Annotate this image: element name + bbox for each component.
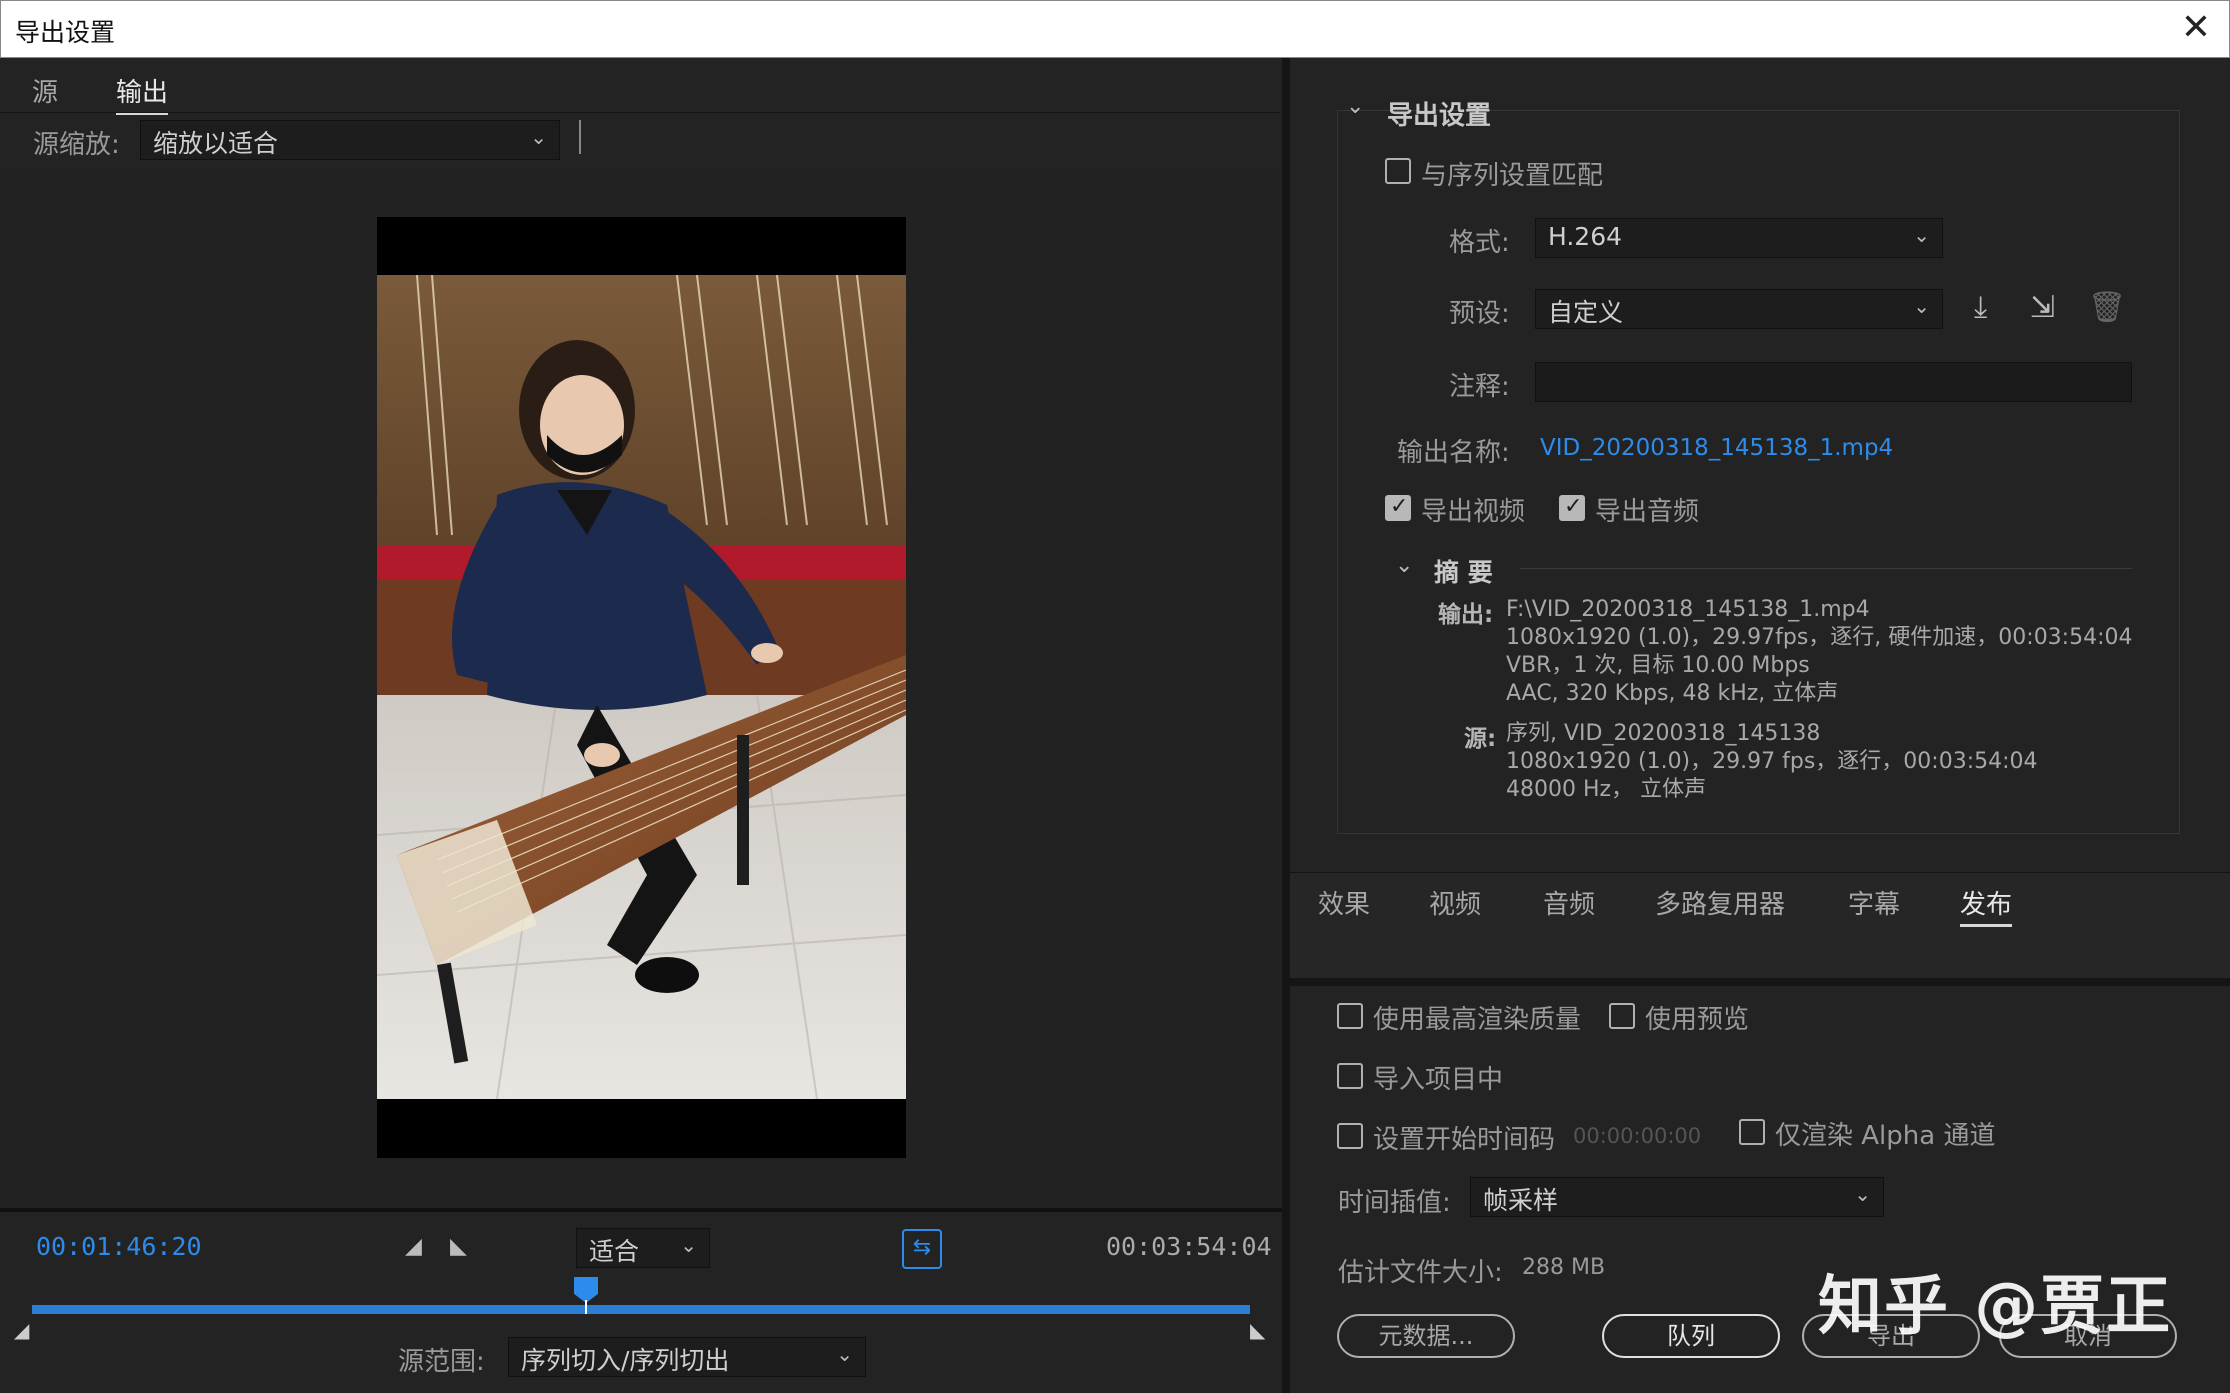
source-scale-value: 缩放以适合 (153, 129, 279, 158)
chevron-down-icon: ⌄ (1854, 1182, 1871, 1206)
chevron-down-icon[interactable]: ⌄ (1346, 94, 1364, 119)
file-size-label: 估计文件大小: (1338, 1258, 1503, 1288)
chevron-down-icon[interactable]: ⌄ (1395, 553, 1413, 578)
tab-source[interactable]: 源 (32, 72, 58, 109)
title-bar: 导出设置 ✕ (0, 0, 2230, 58)
tab-divider (0, 112, 1280, 113)
format-label: 格式: (1449, 228, 1510, 258)
out-marker-icon[interactable]: ◣ (1250, 1318, 1265, 1342)
section-title: 导出设置 (1387, 101, 1492, 131)
queue-button[interactable]: 队列 (1602, 1314, 1780, 1358)
tab-publish[interactable]: 发布 (1960, 884, 2013, 927)
output-name-label: 输出名称: (1397, 438, 1510, 468)
source-range-dropdown[interactable]: 序列切入/序列切出 ⌄ (508, 1337, 866, 1377)
timeline-scrubber[interactable] (32, 1305, 1250, 1314)
panel-divider[interactable] (1282, 58, 1290, 1393)
start-timecode-value: 00:00:00:00 (1573, 1124, 1702, 1148)
interp-label: 时间插值: (1338, 1188, 1451, 1218)
source-range-label: 源范围: (398, 1347, 485, 1377)
tab-multiplexer[interactable]: 多路复用器 (1655, 884, 1785, 921)
use-preview-checkbox[interactable] (1609, 1003, 1635, 1029)
source-scale-label: 源缩放: (33, 130, 120, 160)
summary-source-line: 1080x1920 (1.0)，29.97 fps，逐行，00:03:54:04 (1506, 749, 2038, 774)
fit-value: 适合 (589, 1237, 640, 1266)
source-scale-dropdown[interactable]: 缩放以适合 ⌄ (140, 120, 560, 160)
chevron-down-icon: ⌄ (530, 125, 547, 149)
summary-rule (1520, 568, 2132, 569)
start-timecode-checkbox[interactable] (1337, 1123, 1363, 1149)
summary-source-key: 源: (1464, 726, 1497, 752)
file-size-value: 288 MB (1522, 1255, 1606, 1280)
close-icon[interactable]: ✕ (2181, 7, 2211, 48)
start-timecode-label: 设置开始时间码 (1373, 1125, 1556, 1155)
tab-captions[interactable]: 字幕 (1848, 884, 1900, 921)
crop-toggle-icon[interactable]: ⇆ (902, 1229, 942, 1269)
interp-value: 帧采样 (1483, 1186, 1559, 1215)
chevron-down-icon: ⌄ (1913, 294, 1930, 318)
format-value: H.264 (1548, 222, 1623, 251)
summary-output-key: 输出: (1438, 602, 1494, 628)
import-project-checkbox[interactable] (1337, 1063, 1363, 1089)
playhead-line (585, 1300, 587, 1314)
metadata-button[interactable]: 元数据... (1337, 1314, 1515, 1358)
summary-output-line: F:\VID_20200318_145138_1.mp4 (1506, 597, 1870, 622)
interp-dropdown[interactable]: 帧采样 ⌄ (1470, 1177, 1884, 1217)
preset-label: 预设: (1449, 299, 1510, 329)
max-quality-checkbox[interactable] (1337, 1003, 1363, 1029)
delete-preset-icon[interactable]: 🗑 (2088, 290, 2126, 325)
comment-label: 注释: (1449, 372, 1510, 402)
current-timecode[interactable]: 00:01:46:20 (36, 1232, 202, 1261)
summary-source-line: 48000 Hz， 立体声 (1506, 777, 1707, 802)
set-in-point-icon[interactable]: ◢ (405, 1234, 422, 1259)
tab-effects[interactable]: 效果 (1318, 884, 1370, 921)
output-name-link[interactable]: VID_20200318_145138_1.mp4 (1540, 435, 1893, 461)
source-range-value: 序列切入/序列切出 (521, 1346, 730, 1375)
chevron-down-icon: ⌄ (1913, 223, 1930, 247)
in-marker-icon[interactable]: ◢ (14, 1318, 29, 1342)
max-quality-label: 使用最高渲染质量 (1373, 1005, 1582, 1035)
fit-dropdown[interactable]: 适合 ⌄ (576, 1228, 710, 1268)
chevron-down-icon: ⌄ (680, 1233, 697, 1257)
match-sequence-label: 与序列设置匹配 (1421, 161, 1604, 191)
save-preset-icon[interactable]: ⤓ (1974, 290, 1987, 325)
tab-video[interactable]: 视频 (1429, 884, 1481, 921)
export-audio-label: 导出音频 (1595, 497, 1700, 527)
summary-source-line: 序列, VID_20200318_145138 (1506, 721, 1821, 746)
tab-output[interactable]: 输出 (116, 72, 169, 115)
import-preset-icon[interactable]: ⇲ (2030, 290, 2055, 325)
match-sequence-checkbox[interactable] (1385, 158, 1411, 184)
watermark-text: 知乎 @贾正 (1818, 1270, 2173, 1344)
summary-title: 摘 要 (1434, 558, 1493, 587)
video-preview-image (377, 275, 906, 1099)
separator (579, 120, 581, 154)
export-audio-checkbox[interactable] (1559, 494, 1585, 521)
import-project-label: 导入项目中 (1373, 1065, 1504, 1095)
window-title: 导出设置 (15, 18, 116, 47)
timeline-divider (0, 1208, 1282, 1212)
alpha-only-label: 仅渲染 Alpha 通道 (1775, 1121, 1996, 1151)
comment-input[interactable] (1535, 362, 2132, 402)
chevron-down-icon: ⌄ (836, 1342, 853, 1366)
options-divider (1290, 978, 2230, 986)
export-video-label: 导出视频 (1421, 497, 1526, 527)
preset-value: 自定义 (1548, 298, 1624, 327)
format-dropdown[interactable]: H.264 ⌄ (1535, 218, 1943, 258)
summary-output-line: 1080x1920 (1.0)，29.97fps，逐行, 硬件加速，00:03:… (1506, 625, 2133, 650)
guzheng-scene-illustration (377, 275, 906, 1099)
set-out-point-icon[interactable]: ◣ (450, 1234, 467, 1259)
summary-output-line: AAC, 320 Kbps, 48 kHz, 立体声 (1506, 681, 1839, 706)
summary-output-line: VBR，1 次, 目标 10.00 Mbps (1506, 653, 1810, 678)
export-video-checkbox[interactable] (1385, 494, 1411, 521)
alpha-only-checkbox[interactable] (1739, 1119, 1765, 1145)
preset-dropdown[interactable]: 自定义 ⌄ (1535, 289, 1943, 329)
use-preview-label: 使用预览 (1645, 1005, 1750, 1035)
tab-audio[interactable]: 音频 (1543, 884, 1595, 921)
